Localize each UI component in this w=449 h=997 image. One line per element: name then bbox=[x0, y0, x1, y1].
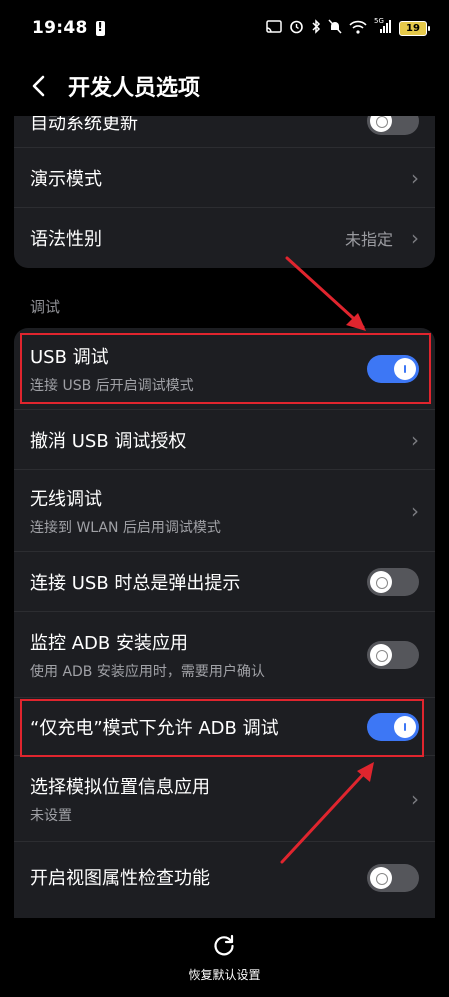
wireless-debugging-row[interactable]: 无线调试 连接到 WLAN 后启用调试模式 › bbox=[14, 470, 435, 552]
debug-settings-card: USB 调试 连接 USB 后开启调试模式 撤消 USB 调试授权 › 无线调试… bbox=[14, 328, 435, 918]
page-title: 开发人员选项 bbox=[68, 76, 201, 101]
reset-defaults-label: 恢复默认设置 bbox=[188, 968, 261, 982]
chevron-right-icon: › bbox=[411, 427, 419, 452]
view-attribute-inspection-row[interactable]: 开启视图属性检查功能 bbox=[14, 842, 435, 912]
bluetooth-icon bbox=[311, 19, 321, 37]
chevron-right-icon: › bbox=[411, 498, 419, 523]
chevron-right-icon: › bbox=[411, 226, 419, 250]
battery-icon: 19 bbox=[399, 20, 430, 36]
notification-alert-icon bbox=[95, 20, 105, 36]
revoke-usb-auth-row[interactable]: 撤消 USB 调试授权 › bbox=[14, 410, 435, 470]
charge-only-adb-toggle[interactable] bbox=[367, 712, 419, 741]
chevron-right-icon: › bbox=[411, 786, 419, 811]
arrow-to-usb-debugging bbox=[285, 256, 366, 331]
mock-location-app-row[interactable]: 选择模拟位置信息应用 未设置 › bbox=[14, 756, 435, 842]
row-title: 开启视图属性检查功能 bbox=[30, 868, 210, 889]
row-title: USB 调试 bbox=[30, 346, 109, 368]
cast-icon bbox=[266, 19, 282, 37]
back-arrow-icon[interactable] bbox=[30, 74, 60, 98]
charge-only-adb-row[interactable]: “仅充电”模式下允许 ADB 调试 bbox=[14, 698, 435, 756]
section-label-debug: 调试 bbox=[30, 298, 61, 316]
monitor-adb-install-row[interactable]: 监控 ADB 安装应用 使用 ADB 安装应用时，需要用户确认 bbox=[14, 612, 435, 698]
adb-install-monitor-toggle[interactable] bbox=[367, 640, 419, 669]
row-title: 选择模拟位置信息应用 bbox=[30, 776, 210, 798]
usb-connect-prompt-row[interactable]: 连接 USB 时总是弹出提示 bbox=[14, 552, 435, 612]
mute-bell-icon bbox=[328, 19, 342, 37]
bottom-action-bar: 恢复默认设置 bbox=[0, 918, 449, 997]
usb-prompt-toggle[interactable] bbox=[367, 567, 419, 596]
grammatical-gender-row[interactable]: 语法性别 未指定 › bbox=[14, 208, 435, 268]
reset-icon bbox=[211, 932, 237, 958]
row-subtitle: 未设置 bbox=[30, 807, 72, 824]
row-title: 监控 ADB 安装应用 bbox=[30, 632, 188, 654]
reset-defaults-button[interactable]: 恢复默认设置 bbox=[188, 932, 261, 983]
status-time: 19:48 bbox=[32, 18, 88, 38]
view-attribute-toggle[interactable] bbox=[367, 864, 419, 892]
row-subtitle: 连接到 WLAN 后启用调试模式 bbox=[30, 519, 221, 536]
wifi-icon bbox=[349, 20, 367, 37]
status-bar: 19:48 5G 19 bbox=[0, 0, 449, 56]
row-title: 语法性别 bbox=[30, 229, 102, 250]
network-type-label: 5G bbox=[374, 16, 384, 25]
alarm-icon bbox=[289, 19, 304, 37]
row-subtitle: 连接 USB 后开启调试模式 bbox=[30, 377, 194, 394]
usb-debugging-row[interactable]: USB 调试 连接 USB 后开启调试模式 bbox=[14, 328, 435, 410]
row-title: “仅充电”模式下允许 ADB 调试 bbox=[30, 717, 279, 739]
row-title: 连接 USB 时总是弹出提示 bbox=[30, 572, 241, 594]
demo-mode-row[interactable]: 演示模式 › bbox=[14, 148, 435, 208]
status-icons: 5G 19 bbox=[266, 16, 430, 37]
row-title: 撤消 USB 调试授权 bbox=[30, 430, 187, 452]
signal-icon: 5G bbox=[374, 16, 392, 37]
row-subtitle: 使用 ADB 安装应用时，需要用户确认 bbox=[30, 663, 265, 680]
row-title: 无线调试 bbox=[30, 488, 102, 510]
chevron-right-icon: › bbox=[411, 165, 419, 190]
row-title: 演示模式 bbox=[30, 168, 102, 190]
usb-debugging-toggle[interactable] bbox=[367, 354, 419, 383]
page-header: 开发人员选项 bbox=[0, 56, 449, 116]
row-value: 未指定 bbox=[344, 230, 393, 249]
